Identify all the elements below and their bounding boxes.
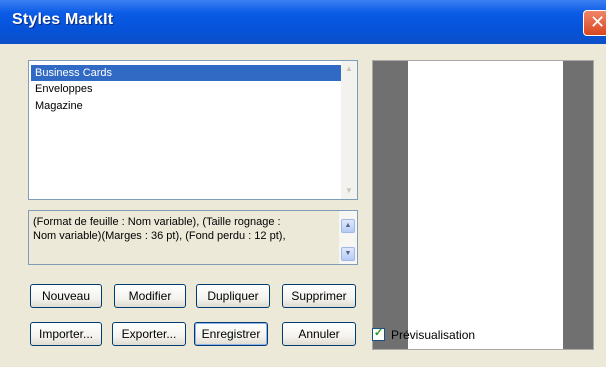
description-line: Nom variable)(Marges : 36 pt), (Fond per… — [33, 230, 286, 242]
style-description: (Format de feuille : Nom variable), (Tai… — [28, 210, 358, 265]
scroll-down-button[interactable]: ▼ — [341, 247, 355, 261]
checkmark-icon: ✓ — [374, 327, 384, 339]
title-bar[interactable]: Styles MarkIt ✕ — [0, 0, 606, 44]
preview-margin-right — [563, 61, 593, 349]
close-button[interactable]: ✕ — [583, 10, 606, 36]
description-scrollbar[interactable]: ▲ ▼ — [339, 211, 357, 264]
scroll-down-icon[interactable]: ▼ — [341, 183, 357, 199]
styles-dialog: Styles MarkIt ✕ Business Cards Enveloppe… — [0, 0, 606, 367]
cancel-button[interactable]: Annuler — [282, 322, 356, 346]
preview-page — [408, 61, 563, 349]
duplicate-button[interactable]: Dupliquer — [196, 284, 270, 308]
modify-button[interactable]: Modifier — [114, 284, 186, 308]
save-button[interactable]: Enregistrer — [194, 322, 268, 346]
preview-checkbox[interactable]: ✓ — [372, 327, 385, 341]
list-item[interactable]: Enveloppes — [31, 81, 93, 97]
preview-label: Prévisualisation — [391, 328, 476, 342]
list-item[interactable]: Magazine — [31, 98, 83, 114]
dialog-title: Styles MarkIt — [12, 11, 114, 28]
styles-list[interactable]: Business Cards Enveloppes Magazine ▲ ▼ — [28, 60, 358, 200]
delete-button[interactable]: Supprimer — [282, 284, 356, 308]
scroll-up-icon[interactable]: ▲ — [341, 61, 357, 77]
scroll-up-icon: ▲ — [344, 222, 352, 229]
list-item[interactable]: Business Cards — [31, 65, 345, 81]
scroll-up-button[interactable]: ▲ — [341, 219, 355, 233]
description-text: (Format de feuille : Nom variable), (Tai… — [33, 215, 333, 243]
export-button[interactable]: Exporter... — [112, 322, 186, 346]
close-icon: ✕ — [590, 12, 606, 33]
import-button[interactable]: Importer... — [30, 322, 102, 346]
list-scrollbar[interactable]: ▲ ▼ — [341, 61, 357, 199]
description-line: (Format de feuille : Nom variable), (Tai… — [33, 216, 281, 228]
new-button[interactable]: Nouveau — [30, 284, 102, 308]
preview-margin-left — [373, 61, 408, 349]
style-preview — [372, 60, 594, 350]
scroll-down-icon: ▼ — [344, 250, 352, 257]
